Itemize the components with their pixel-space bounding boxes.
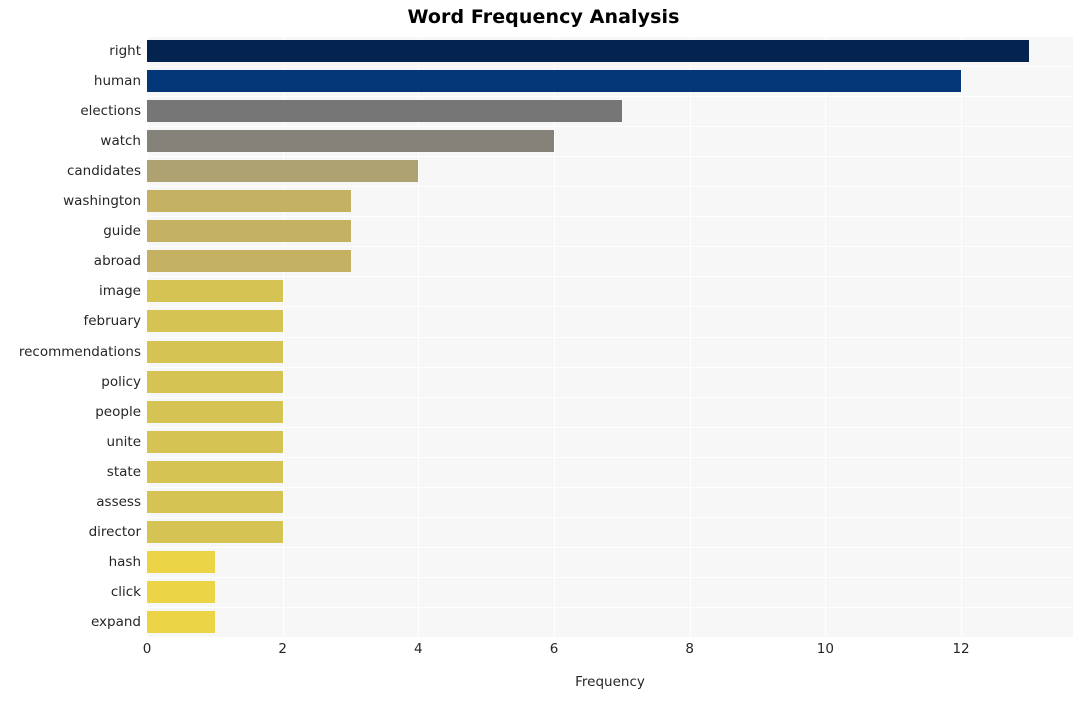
bar[interactable]	[147, 100, 622, 123]
y-tick-label: policy	[101, 373, 141, 390]
bar[interactable]	[147, 310, 283, 333]
y-tick-label: state	[106, 463, 141, 480]
bar[interactable]	[147, 130, 555, 153]
y-tick-label: candidates	[66, 163, 141, 180]
bar[interactable]	[147, 370, 283, 393]
bar[interactable]	[147, 40, 1029, 63]
bar[interactable]	[147, 160, 419, 183]
y-tick-label: expand	[90, 613, 141, 630]
y-tick-label: february	[83, 313, 141, 330]
x-tick-label: 8	[685, 641, 694, 657]
y-tick-label: right	[109, 43, 141, 60]
bar[interactable]	[147, 70, 962, 93]
x-axis-tick-labels: 0 2 4 6 8 10 12	[0, 641, 1087, 665]
bar[interactable]	[147, 460, 283, 483]
chart-title: Word Frequency Analysis	[407, 6, 680, 28]
bar[interactable]	[147, 520, 283, 543]
y-tick-label: assess	[96, 493, 141, 510]
y-tick-label: human	[93, 73, 141, 90]
chart-figure: Word Frequency Analysis right human electi…	[0, 0, 1087, 701]
bar[interactable]	[147, 610, 215, 633]
y-tick-label: director	[88, 523, 141, 540]
bar[interactable]	[147, 250, 351, 273]
y-tick-label: washington	[63, 193, 141, 210]
x-axis-title: Frequency	[575, 674, 645, 690]
y-tick-label: unite	[106, 433, 141, 450]
y-tick-label: abroad	[93, 253, 141, 270]
plot-area	[147, 36, 1073, 638]
y-tick-label: people	[95, 403, 141, 420]
y-tick-label: guide	[103, 223, 141, 240]
y-tick-label: recommendations	[18, 343, 141, 360]
y-tick-label: image	[98, 283, 141, 300]
y-tick-label: click	[110, 583, 141, 600]
bar[interactable]	[147, 490, 283, 513]
x-tick-label: 4	[414, 641, 423, 657]
bar[interactable]	[147, 430, 283, 453]
y-tick-label: elections	[80, 103, 141, 120]
bar[interactable]	[147, 550, 215, 573]
bar-series	[147, 36, 1073, 637]
y-tick-label: hash	[108, 553, 141, 570]
x-tick-label: 2	[278, 641, 287, 657]
y-tick-label: watch	[100, 133, 141, 150]
x-tick-label: 0	[142, 641, 152, 657]
bar[interactable]	[147, 190, 351, 213]
bar[interactable]	[147, 340, 283, 363]
x-tick-label: 12	[952, 641, 970, 657]
bar[interactable]	[147, 400, 283, 423]
bar[interactable]	[147, 280, 283, 303]
bar[interactable]	[147, 220, 351, 243]
gridline-horizontal	[147, 637, 1073, 638]
x-tick-label: 10	[816, 641, 834, 657]
y-axis-tick-labels: right human elections watch candidates washin…	[0, 36, 141, 637]
bar[interactable]	[147, 580, 215, 603]
x-tick-label: 6	[549, 641, 559, 657]
